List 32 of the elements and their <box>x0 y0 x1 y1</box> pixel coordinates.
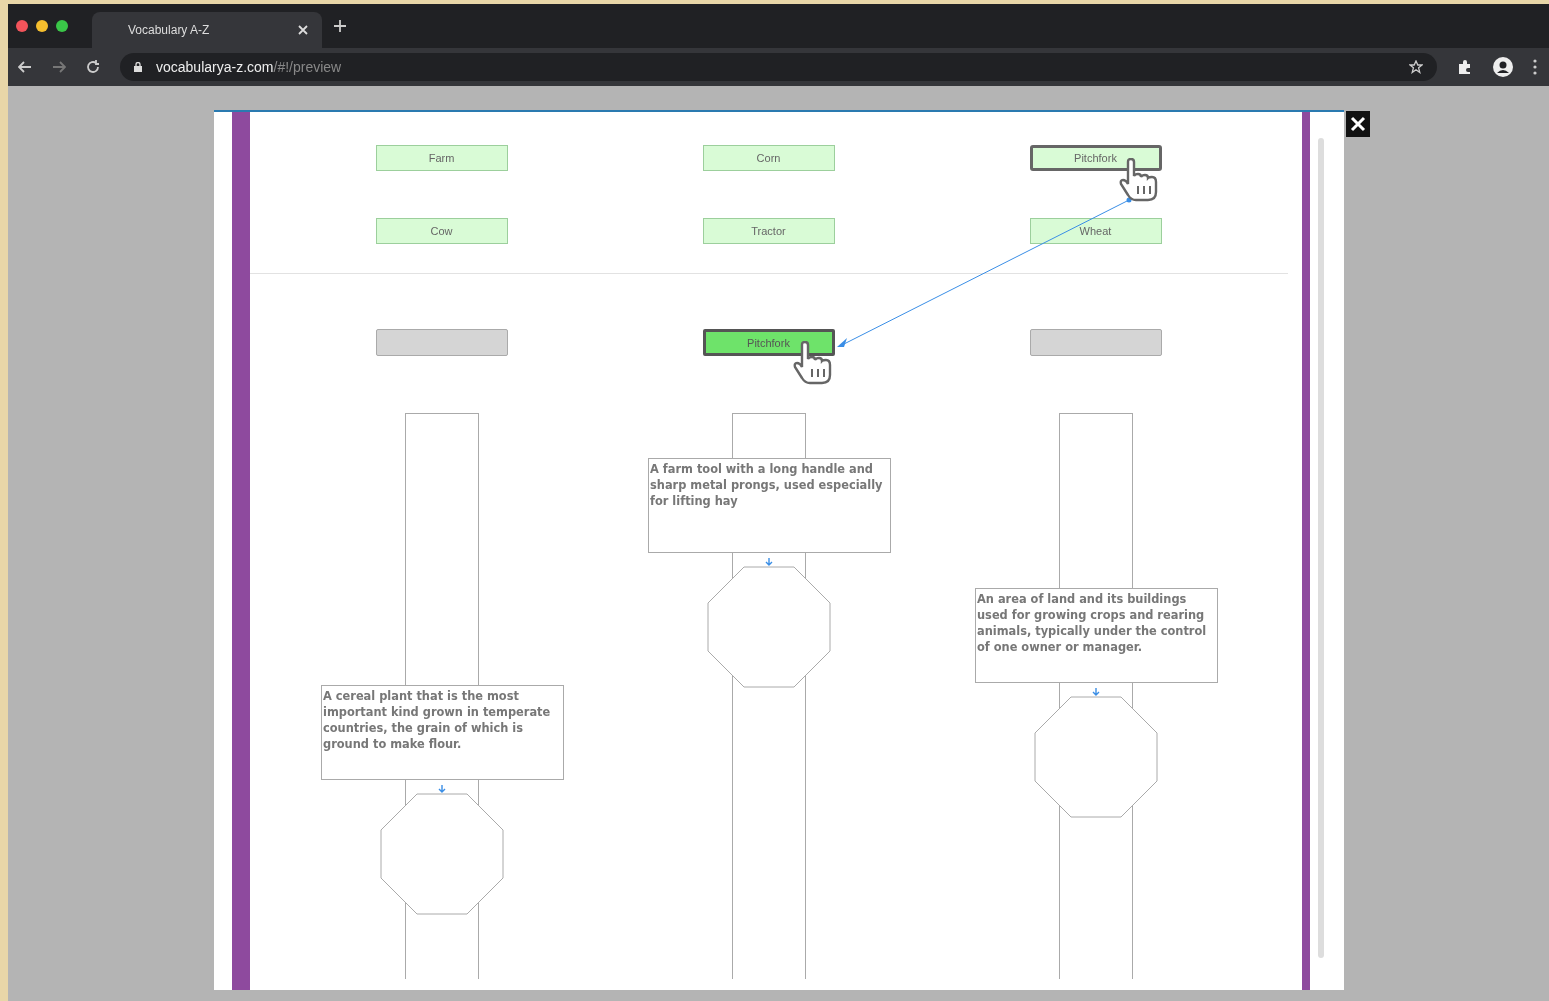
down-arrow-icon <box>765 558 773 566</box>
word-tile[interactable]: Pitchfork <box>1029 145 1162 171</box>
hand-cursor-icon <box>1118 158 1158 202</box>
definition-text: A cereal plant that is the most important kind grown in temperate countries, the grain of which is ground to make flour. <box>321 685 564 780</box>
definition-text: A farm tool with a long handle and sharp metal prongs, used especially for lifting hay <box>648 458 891 553</box>
minimize-window-button[interactable] <box>36 20 48 32</box>
answer-slot[interactable]: Pitchfork <box>702 329 835 356</box>
scrollbar-thumb[interactable] <box>1318 138 1324 958</box>
word-tile[interactable]: Wheat <box>1029 218 1162 244</box>
down-arrow-icon <box>438 785 446 793</box>
word-tile[interactable]: Corn <box>702 145 835 171</box>
puzzle-icon[interactable] <box>1457 59 1473 75</box>
maximize-window-button[interactable] <box>56 20 68 32</box>
menu-icon[interactable] <box>1533 59 1537 75</box>
close-window-button[interactable] <box>16 20 28 32</box>
hand-cursor-icon <box>792 341 832 385</box>
definition-text: An area of land and its buildings used for growing crops and rearing animals, typically under the control of one owner or manager. <box>975 588 1218 683</box>
star-icon[interactable] <box>1409 60 1423 74</box>
back-icon[interactable] <box>18 61 32 73</box>
word-tile[interactable]: Cow <box>375 218 508 244</box>
profile-icon[interactable] <box>1493 57 1513 77</box>
down-arrow-icon <box>1092 688 1100 696</box>
word-tile[interactable]: Tractor <box>702 218 835 244</box>
reload-icon[interactable] <box>86 60 100 74</box>
close-icon[interactable] <box>1346 111 1370 137</box>
word-tile[interactable]: Farm <box>375 145 508 171</box>
new-tab-icon[interactable] <box>334 20 346 32</box>
address-bar[interactable]: vocabularya-z.com/#!/preview <box>120 53 1437 81</box>
browser-tab[interactable]: Vocabulary A-Z <box>92 12 322 48</box>
lock-icon <box>134 62 142 72</box>
close-icon[interactable] <box>298 25 308 35</box>
forward-icon[interactable] <box>52 61 66 73</box>
